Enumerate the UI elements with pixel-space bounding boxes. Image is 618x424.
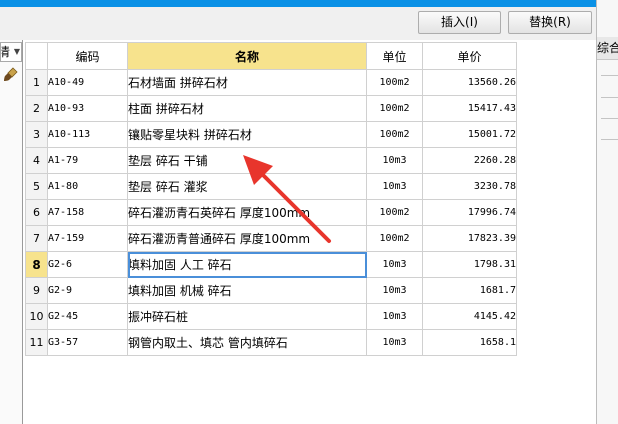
left-panel: 清 ▼ [0,40,23,424]
replace-button[interactable]: 替换(R) [508,11,592,34]
right-panel-divider [601,75,618,76]
title-bar [0,0,618,7]
insert-button[interactable]: 插入(I) [418,11,501,34]
filter-combo-text: 清 [1,43,10,61]
filter-combo[interactable]: 清 ▼ [0,42,22,62]
arrow-shaft [259,171,331,243]
right-panel-divider [601,97,618,98]
right-panel-header: 综合 [597,37,618,60]
brush-icon[interactable] [2,66,20,84]
right-panel: 综合 [596,0,618,424]
quota-grid: 编码 名称 单位 单价 1 A10-49 石材墙面 拼碎石材 100m2 13560.2… [23,40,596,424]
right-panel-divider [601,139,618,140]
toolbar: 插入(I) 替换(R) [0,7,600,38]
right-panel-divider [601,118,618,119]
chevron-down-icon[interactable]: ▼ [14,43,20,61]
annotation-arrow [243,155,331,243]
